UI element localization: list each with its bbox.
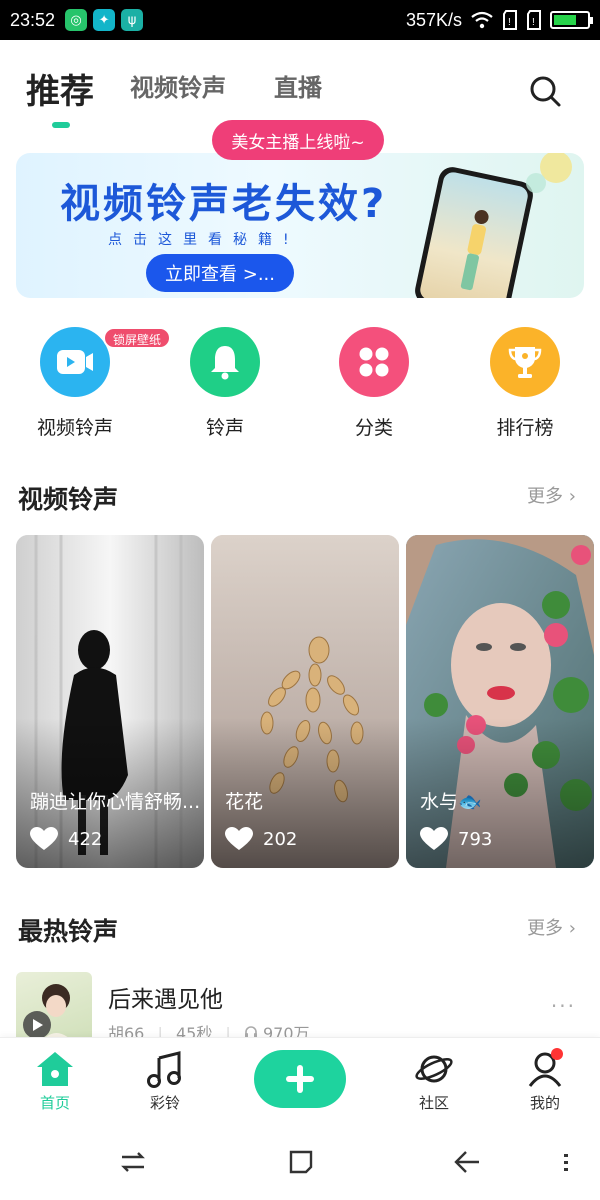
quick-category[interactable]: 分类	[314, 325, 434, 440]
planet-icon	[415, 1055, 453, 1083]
promo-banner[interactable]: 视频铃声老失效? 点击这里看秘籍! 立即查看 >...	[16, 153, 584, 298]
quick-video-ringtone[interactable]: 锁屏壁纸 视频铃声	[15, 325, 172, 440]
quick-label: 排行榜	[496, 417, 554, 439]
list-item[interactable]: 后来遇见他 胡66 | 45秒 | 970万 ···	[16, 972, 584, 1048]
like-number: 202	[263, 828, 298, 850]
category-icon	[339, 327, 409, 397]
more-label: 更多	[527, 486, 564, 507]
heart-icon	[30, 827, 58, 850]
notification-dot	[551, 1048, 563, 1060]
wifi-icon	[471, 11, 493, 29]
video-thumbnail	[211, 535, 399, 868]
person-illustration	[460, 210, 489, 291]
live-bubble[interactable]: 美女主播上线啦~	[212, 120, 384, 160]
plus-icon	[286, 1065, 314, 1093]
status-bar: 23:52 ◎ ✦ ψ 357K/s ! !	[0, 0, 600, 40]
banner-button[interactable]: 立即查看 >...	[146, 254, 294, 292]
nav-label: 社区	[418, 1094, 449, 1112]
heart-icon	[420, 827, 448, 850]
quick-ranking[interactable]: 排行榜	[465, 325, 585, 440]
tab-indicator	[52, 122, 70, 128]
nav-home[interactable]: 首页	[15, 1050, 95, 1113]
song-title: 后来遇见他	[108, 987, 223, 1013]
play-icon[interactable]	[22, 1010, 52, 1040]
tab-live[interactable]: 直播	[274, 68, 322, 103]
status-time: 23:52	[10, 9, 56, 30]
search-icon[interactable]	[528, 74, 562, 108]
section-title-hot: 最热铃声	[18, 917, 119, 946]
tab-video-ringtone[interactable]: 视频铃声	[130, 68, 226, 103]
nav-ringback[interactable]: 彩铃	[125, 1050, 205, 1113]
home-square-icon[interactable]	[286, 1147, 316, 1177]
video-card[interactable]: 蹦迪让你心情舒畅... 422	[16, 535, 204, 868]
home-icon	[37, 1052, 73, 1086]
decorative-leaf-icon	[526, 153, 572, 193]
quick-label: 铃声	[205, 417, 244, 439]
nav-label: 我的	[529, 1094, 560, 1112]
tab-recommend[interactable]: 推荐	[26, 64, 94, 113]
more-label: 更多	[527, 918, 564, 939]
like-count[interactable]: 202	[225, 827, 297, 851]
video-thumbnail	[406, 535, 594, 868]
nav-label: 彩铃	[149, 1094, 180, 1112]
like-number: 422	[68, 828, 103, 850]
music-note-icon	[147, 1051, 181, 1088]
like-count[interactable]: 793	[420, 827, 492, 851]
quick-label: 视频铃声	[36, 417, 113, 439]
switch-apps-icon[interactable]	[118, 1147, 148, 1177]
video-more-link[interactable]: 更多 ›	[527, 482, 576, 508]
trophy-icon	[490, 327, 560, 397]
nav-profile[interactable]: 我的	[505, 1048, 585, 1113]
hot-more-link[interactable]: 更多 ›	[527, 914, 576, 940]
more-options-icon[interactable]: ···	[551, 994, 576, 1018]
nav-label: 首页	[39, 1094, 70, 1112]
video-card-title: 蹦迪让你心情舒畅...	[30, 791, 201, 813]
quick-label: 分类	[354, 417, 393, 439]
quick-ringtone[interactable]: 铃声	[165, 325, 285, 440]
create-button[interactable]	[254, 1050, 346, 1108]
like-count[interactable]: 422	[30, 827, 102, 851]
video-card[interactable]: 花花 202	[211, 535, 399, 868]
back-icon[interactable]	[452, 1147, 482, 1177]
menu-icon[interactable]	[558, 1147, 574, 1177]
app-notification-icon: ✦	[93, 9, 116, 31]
nav-community[interactable]: 社区	[394, 1050, 474, 1113]
sim-icon: !	[503, 10, 517, 30]
video-thumbnail	[16, 535, 204, 868]
chevron-right-icon: ›	[568, 918, 576, 939]
video-card[interactable]: 水与🐟 793	[406, 535, 594, 868]
bottom-nav: 首页 彩铃 社区 我的	[0, 1037, 600, 1127]
like-number: 793	[458, 828, 493, 850]
svg-text:!: !	[532, 17, 535, 28]
quick-entries: 锁屏壁纸 视频铃声 铃声 分类 排行榜	[0, 325, 600, 445]
video-card-title: 水与🐟	[420, 791, 482, 813]
system-nav-bar	[0, 1127, 600, 1200]
section-title-video: 视频铃声	[18, 485, 119, 514]
network-speed: 357K/s	[405, 9, 462, 30]
banner-subtitle: 点击这里看秘籍!	[108, 232, 300, 248]
sim-icon: !	[527, 10, 541, 30]
svg-text:!: !	[508, 17, 511, 28]
usb-icon: ψ	[121, 9, 144, 31]
battery-icon	[550, 11, 593, 29]
chevron-right-icon: ›	[568, 486, 576, 507]
app-notification-icon: ◎	[65, 9, 88, 31]
heart-icon	[225, 827, 253, 850]
bell-icon	[190, 327, 260, 397]
video-icon	[40, 327, 110, 397]
video-card-title: 花花	[225, 791, 264, 813]
banner-title: 视频铃声老失效?	[60, 181, 388, 227]
wallpaper-badge: 锁屏壁纸	[103, 327, 172, 349]
